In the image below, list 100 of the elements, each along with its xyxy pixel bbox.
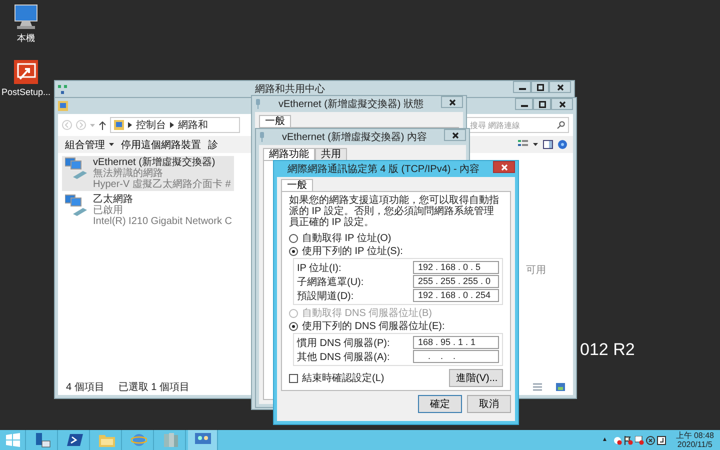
search-field[interactable]: 搜尋 網路連線: [466, 117, 569, 133]
server-icon: [34, 432, 50, 448]
close-button[interactable]: [493, 161, 515, 173]
toolbar-button[interactable]: 組合管理: [64, 138, 115, 152]
checkbox-label: 結束時確認設定(L): [302, 372, 384, 385]
forward-icon: [76, 120, 86, 130]
breadcrumb-item[interactable]: 網路和: [178, 118, 208, 132]
radio-button[interactable]: [289, 246, 298, 256]
network-adapter-icon: [65, 157, 89, 179]
os-edition-text: 012 R2: [580, 340, 635, 360]
tab[interactable]: 一般: [259, 115, 291, 127]
taskbar-app-button[interactable]: [188, 430, 218, 450]
network-adapter-icon: [65, 194, 89, 216]
view-options-icon[interactable]: [518, 140, 528, 149]
minimize-button[interactable]: [515, 98, 533, 110]
close-button[interactable]: [444, 129, 466, 141]
maximize-button[interactable]: [533, 98, 551, 110]
window-title: 網路和共用中心: [254, 82, 326, 96]
radio-button[interactable]: [289, 234, 298, 242]
caret-icon[interactable]: [533, 143, 538, 146]
setup-icon: [13, 59, 39, 85]
chevron-icon: [128, 122, 132, 128]
flag-icon[interactable]: [624, 436, 633, 444]
folder-icon: [98, 433, 114, 447]
control-panel-icon: [114, 120, 124, 130]
toolbar-button[interactable]: 診: [207, 138, 219, 152]
up-arrow-icon: [99, 120, 106, 130]
terminal-icon: [66, 433, 82, 447]
checkbox[interactable]: [289, 374, 298, 382]
desktop-icon-label[interactable]: 本機: [17, 32, 35, 45]
close-icon: [448, 98, 456, 106]
breadcrumb-item[interactable]: 控制台: [136, 118, 166, 132]
dialog-title: 網際網路通訊協定第 4 版 (TCP/IPv4) - 內容: [286, 162, 481, 176]
close-icon: [500, 164, 508, 170]
close-icon: [558, 100, 566, 108]
control-panel-icon: [58, 101, 68, 111]
connection-item[interactable]: 乙太網路 已啟用 Intel(R) I210 Gigabit Network C: [62, 193, 235, 228]
minimize-button[interactable]: [513, 81, 531, 93]
windows-logo-icon: [6, 433, 20, 447]
preview-pane-icon[interactable]: [543, 140, 553, 149]
adapter-name: Intel(R) I210 Gigabit Network C: [93, 216, 232, 227]
connection-item[interactable]: vEthernet (新增虛擬交換器) 無法辨識的網路 Hyper-V 虛擬乙太網路介面卡 #: [62, 156, 234, 191]
tab[interactable]: 一般: [281, 179, 313, 191]
server-towers-icon: [162, 432, 178, 448]
tab[interactable]: 共用: [315, 148, 347, 160]
checkbox-option[interactable]: 結束時確認設定(L): [289, 372, 384, 384]
adapter-name: Hyper-V 虛擬乙太網路介面卡 #: [93, 179, 231, 190]
connection-name: vEthernet (新增虛擬交換器): [93, 157, 216, 168]
intro-text: 如果您的網路支援這項功能，您可以取得自動指派的 IP 設定。否則，您必須詢問網路系統管理員正確的 IP 設定。: [289, 195, 500, 228]
ip-address-field[interactable]: 255 . 255 . 255 . 0: [413, 275, 499, 288]
radio-label: 使用下列的 IP 位址(S):: [302, 244, 403, 258]
close-button[interactable]: [549, 81, 571, 93]
network-status-icon[interactable]: [634, 436, 644, 444]
toolbar-button[interactable]: 停用這個網路裝置: [120, 138, 202, 152]
desktop-icon-label[interactable]: PostSetup...: [1, 87, 51, 97]
search-icon: [557, 121, 565, 129]
connection-status: 無法辨識的網路: [93, 168, 163, 179]
dialog-button[interactable]: 確定: [418, 395, 462, 413]
status-icon[interactable]: [612, 436, 622, 444]
close-button[interactable]: [551, 98, 573, 110]
field-label: 預設閘道(D):: [297, 290, 354, 302]
ip-address-field[interactable]: 192 . 168 . 0 . 254: [413, 289, 499, 302]
network-plug-icon: [259, 132, 265, 142]
network-icon: [194, 433, 210, 447]
connection-status: 已啟用: [93, 205, 124, 216]
radio-label: 使用下列的 DNS 伺服器位址(E):: [302, 320, 445, 333]
radio-option[interactable]: 自動取得 IP 位址(O): [289, 232, 503, 244]
close-button[interactable]: [441, 96, 463, 108]
radio-label: 自動取得 IP 位址(O): [302, 232, 392, 245]
up-button[interactable]: [99, 120, 106, 130]
clock-time: 上午 08:48: [676, 431, 714, 440]
field-label: IP 位址(I):: [297, 262, 342, 274]
radio-label: 自動取得 DNS 伺服器位址(B): [302, 306, 432, 320]
connection-name: 乙太網路: [93, 194, 134, 205]
maximize-icon: [538, 100, 546, 108]
status-text: 4 個項目: [66, 381, 104, 394]
close-icon: [452, 132, 458, 138]
ip-address-field[interactable]: . . .: [413, 350, 499, 363]
advanced-button[interactable]: 進階(V)...: [449, 369, 503, 387]
globe-icon: [130, 432, 146, 448]
clock[interactable]: 上午 08:48 2020/11/5: [676, 431, 714, 449]
radio-option[interactable]: 使用下列的 DNS 伺服器位址(E):: [289, 320, 503, 332]
radio-button[interactable]: [289, 322, 298, 330]
maximize-icon: [536, 84, 544, 90]
circle-x-icon[interactable]: [646, 436, 655, 444]
network-plug-icon: [255, 99, 261, 109]
field-label: 其他 DNS 伺服器(A):: [297, 350, 390, 364]
tab[interactable]: 網路功能: [263, 148, 315, 160]
ip-address-field[interactable]: 168 . 95 . 1 . 1: [413, 336, 499, 349]
dialog-button[interactable]: 取消: [467, 395, 511, 413]
chevron-icon: [170, 122, 174, 128]
help-icon[interactable]: [558, 140, 567, 149]
details-view-icon[interactable]: [533, 383, 542, 391]
window-title: vEthernet (新增虛擬交換器) 內容: [280, 130, 428, 144]
address-bar[interactable]: 控制台 網路和: [110, 117, 240, 133]
radio-option[interactable]: 使用下列的 IP 位址(S):: [289, 245, 503, 257]
ip-address-field[interactable]: 192 . 168 . 0 . 5: [413, 261, 499, 274]
network-icon: [58, 84, 67, 94]
maximize-button[interactable]: [531, 81, 549, 93]
field-label: 子網路遮罩(U):: [297, 276, 364, 288]
